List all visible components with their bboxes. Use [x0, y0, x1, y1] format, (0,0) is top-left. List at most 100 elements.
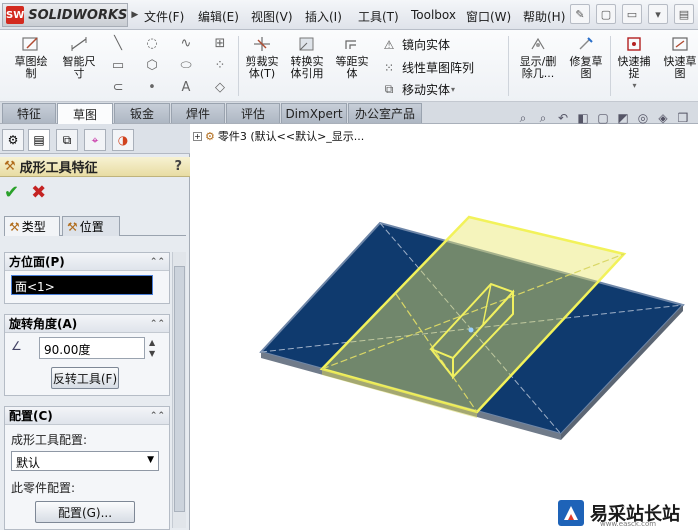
ok-check-icon[interactable]: ✔ [4, 182, 19, 203]
sketch-button[interactable]: 草图绘 制 [8, 34, 54, 80]
menu-toolbox[interactable]: Toolbox [411, 8, 456, 22]
collapse-icon[interactable]: ⌃⌃ [150, 411, 165, 421]
quick-access-toolbar: ✎ ▢ ▭ ▾ ▤ [570, 4, 694, 26]
point-grid-icon[interactable]: ⁘ [210, 56, 230, 74]
polygon-tool-icon[interactable]: ⬡ [142, 56, 162, 74]
page-title: 成形工具特征 [19, 161, 98, 176]
pin-icon[interactable]: ✎ [570, 4, 590, 24]
rotation-angle-input[interactable]: 90.00度 [39, 337, 145, 359]
graphics-area[interactable]: + ⚙ 零件3 (默认<<默认>_显示... [191, 124, 698, 530]
rapid-sketch-label: 快速草 图 [663, 55, 697, 80]
smart-dimension-icon [68, 34, 90, 54]
display-style-icon[interactable]: ◩ [615, 110, 631, 126]
tab-type[interactable]: ⚒ 类型 [4, 216, 60, 236]
mirror-entities-button[interactable]: ⚠ 镜向实体 [380, 36, 450, 53]
display-manager-tab-icon[interactable]: ◑ [112, 129, 134, 151]
feature-manager-tab-icon[interactable]: ⚙ [2, 129, 24, 151]
spline-tool-icon[interactable]: ∿ [176, 34, 196, 52]
line-tool-icon[interactable]: ╲ [108, 34, 128, 52]
open-document-icon[interactable]: ▭ [622, 4, 642, 24]
divider [238, 36, 239, 96]
save-icon[interactable]: ▾ [648, 4, 668, 24]
orientation-face-group: 方位面(P) ⌃⌃ 面<1> [4, 252, 170, 304]
3d-model-view[interactable] [191, 124, 698, 530]
tab-position[interactable]: ⚒ 位置 [62, 216, 120, 236]
menu-window[interactable]: 窗口(W) [466, 8, 511, 25]
menu-view[interactable]: 视图(V) [251, 8, 293, 25]
collapse-icon[interactable]: ⌃⌃ [150, 257, 165, 267]
collapse-icon[interactable]: ⌃⌃ [150, 319, 165, 329]
offset-entities-button[interactable]: 等距实 体 [332, 34, 372, 80]
orientation-face-title: 方位面(P) [9, 255, 65, 269]
display-delete-relations-button[interactable]: 显示/删 除几... [514, 34, 562, 80]
repair-sketch-icon [575, 34, 597, 54]
configuration-title: 配置(C) [9, 409, 53, 423]
tool-config-select[interactable]: 默认 ▼ [11, 451, 159, 471]
previous-view-icon[interactable]: ↶ [555, 110, 571, 126]
tool-config-value: 默认 [16, 456, 41, 470]
linear-pattern-button[interactable]: ⁙ 线性草图阵列 [380, 59, 474, 76]
property-manager-panel: ⚙ ▤ ⧉ ⌖ ◑ ⚒ 成形工具特征 ? ✔ ✖ ⚒ 类型 ⚒ 位置 方位面(P… [0, 124, 190, 530]
menu-file[interactable]: 文件(F) [144, 8, 184, 25]
rapid-sketch-button[interactable]: 快速草 图 [660, 34, 698, 80]
quick-snap-dropdown-icon[interactable]: ▾ [632, 80, 636, 92]
edit-appearance-icon[interactable]: ◈ [655, 110, 671, 126]
cancel-x-icon[interactable]: ✖ [31, 182, 46, 203]
smart-dimension-button[interactable]: 智能尺 寸 [58, 34, 100, 80]
solidworks-logo[interactable]: SW SOLIDWORKS ▶ [2, 3, 138, 27]
configurations-button[interactable]: 配置(G)... [35, 501, 135, 523]
hide-show-items-icon[interactable]: ◎ [635, 110, 651, 126]
view-orientation-icon[interactable]: ▢ [595, 110, 611, 126]
configuration-header[interactable]: 配置(C) ⌃⌃ [5, 407, 169, 425]
tab-sketch[interactable]: 草图 [57, 103, 113, 124]
text-tool-icon[interactable]: A [176, 78, 196, 96]
configuration-manager-tab-icon[interactable]: ⧉ [56, 129, 78, 151]
menu-insert[interactable]: 插入(I) [305, 8, 342, 25]
quick-snaps-button[interactable]: 快速捕 捉 ▾ [614, 34, 654, 92]
panel-scrollbar[interactable] [172, 252, 186, 528]
part-config-label: 此零件配置: [11, 481, 76, 495]
tab-evaluate[interactable]: 评估 [226, 103, 280, 123]
rotation-angle-header[interactable]: 旋转角度(A) ⌃⌃ [5, 315, 169, 333]
ellipse-tool-icon[interactable]: ⬭ [176, 56, 196, 74]
construction-grid-icon[interactable]: ⊞ [210, 34, 230, 52]
point-tool-icon[interactable]: • [142, 78, 162, 96]
convert-entities-button[interactable]: 转换实 体引用 [287, 34, 327, 80]
reverse-tool-button[interactable]: 反转工具(F) [51, 367, 119, 389]
angle-spinner[interactable]: ▲ ▼ [149, 337, 159, 359]
smart-dimension-label: 智能尺 寸 [62, 55, 96, 80]
tab-sheet-metal[interactable]: 钣金 [114, 103, 170, 123]
menu-tools[interactable]: 工具(T) [358, 8, 399, 25]
scrollbar-thumb[interactable] [174, 266, 185, 512]
trim-entities-button[interactable]: 剪裁实 体(T) [242, 34, 282, 80]
zoom-to-fit-icon[interactable]: ⌕ [515, 110, 531, 126]
move-entities-button[interactable]: ⧉ 移动实体 ▾ [380, 81, 455, 98]
new-document-icon[interactable]: ▢ [596, 4, 616, 24]
move-dropdown-icon[interactable]: ▾ [451, 85, 455, 94]
trim-icon [251, 34, 273, 54]
property-manager-tab-icon[interactable]: ▤ [28, 129, 50, 151]
plane-tool-icon[interactable]: ◇ [210, 78, 230, 96]
property-manager-header: ⚒ 成形工具特征 ? [0, 157, 190, 177]
orientation-face-header[interactable]: 方位面(P) ⌃⌃ [5, 253, 169, 271]
tab-office-products[interactable]: 办公室产品 [348, 103, 422, 123]
circle-tool-icon[interactable]: ◌ [142, 34, 162, 52]
menu-help[interactable]: 帮助(H) [523, 8, 565, 25]
apply-scene-icon[interactable]: ❒ [675, 110, 691, 126]
help-button[interactable]: ? [174, 159, 182, 174]
menu-edit[interactable]: 编辑(E) [198, 8, 239, 25]
rectangle-tool-icon[interactable]: ▭ [108, 56, 128, 74]
dimxpert-manager-tab-icon[interactable]: ⌖ [84, 129, 106, 151]
tab-weldments[interactable]: 焊件 [171, 103, 225, 123]
section-view-icon[interactable]: ◧ [575, 110, 591, 126]
zoom-to-area-icon[interactable]: ⌕ [535, 110, 551, 126]
move-icon: ⧉ [384, 82, 394, 96]
slot-tool-icon[interactable]: ⊂ [108, 78, 128, 96]
print-icon[interactable]: ▤ [674, 4, 694, 24]
repair-sketch-button[interactable]: 修复草 图 [566, 34, 606, 80]
tab-features[interactable]: 特征 [2, 103, 56, 123]
mirror-icon: ⚠ [383, 37, 395, 52]
orientation-face-selection-box[interactable]: 面<1> [11, 275, 153, 295]
divider [610, 36, 611, 96]
tab-dimxpert[interactable]: DimXpert [281, 103, 347, 123]
